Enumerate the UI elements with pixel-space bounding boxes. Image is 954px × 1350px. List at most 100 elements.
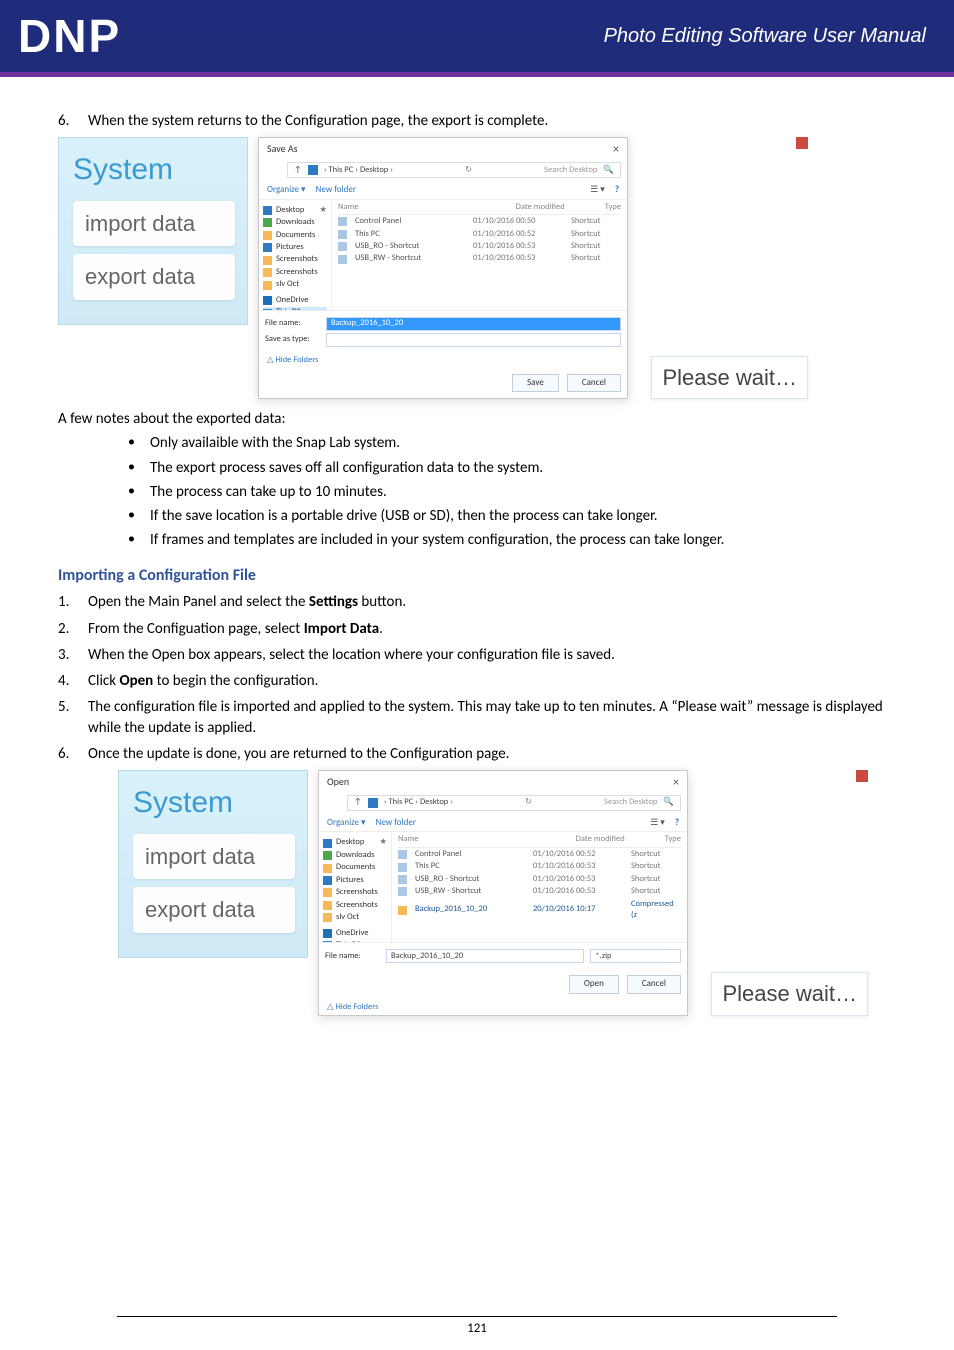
import-heading: Importing a Configuration File bbox=[58, 565, 896, 587]
nav-screenshots-2[interactable]: Screenshots bbox=[336, 900, 378, 911]
view-icon[interactable]: ☰ ▾ bbox=[650, 817, 665, 829]
breadcrumb-path[interactable]: › This PC › Desktop › bbox=[324, 165, 393, 176]
close-icon[interactable]: × bbox=[673, 775, 679, 791]
new-folder-button[interactable]: New folder bbox=[316, 184, 356, 196]
file-name: This PC bbox=[415, 861, 525, 872]
up-icon[interactable]: ↑ bbox=[294, 165, 302, 176]
col-type[interactable]: Type bbox=[605, 202, 621, 213]
open-button[interactable]: Open bbox=[569, 975, 619, 993]
list-item[interactable]: Backup_2016_10_2020/10/2016 10:17Compres… bbox=[398, 899, 681, 922]
organize-menu[interactable]: Organize ▾ bbox=[327, 817, 366, 829]
refresh-icon[interactable]: ↻ bbox=[465, 165, 472, 176]
save-button[interactable]: Save bbox=[512, 374, 559, 392]
folder-icon bbox=[263, 281, 272, 290]
import-data-button[interactable]: import data bbox=[73, 201, 235, 247]
file-type: Shortcut bbox=[631, 849, 681, 860]
save-as-type-select[interactable] bbox=[326, 333, 621, 347]
nav-documents[interactable]: Documents bbox=[336, 862, 375, 873]
breadcrumb-path[interactable]: › This PC › Desktop › bbox=[384, 797, 453, 808]
file-icon bbox=[338, 255, 347, 264]
list-item[interactable]: Control Panel01/10/2016 00:50Shortcut bbox=[338, 216, 621, 227]
import-step-4: 4. Click Open to begin the configuration… bbox=[58, 671, 896, 691]
import-step-1: 1. Open the Main Panel and select the Se… bbox=[58, 592, 896, 612]
list-item[interactable]: This PC01/10/2016 00:52Shortcut bbox=[338, 229, 621, 240]
breadcrumb[interactable]: ↑ › This PC › Desktop › ↻ Search Desktop… bbox=[347, 795, 681, 811]
search-input[interactable]: Search Desktop bbox=[604, 797, 657, 808]
cancel-button[interactable]: Cancel bbox=[567, 374, 621, 392]
nav-onedrive[interactable]: OneDrive bbox=[336, 928, 368, 939]
list-item[interactable]: This PC01/10/2016 00:53Shortcut bbox=[398, 861, 681, 872]
file-name: Control Panel bbox=[415, 849, 525, 860]
list-item[interactable]: USB_RO - Shortcut01/10/2016 00:53Shortcu… bbox=[398, 874, 681, 885]
nav-tree[interactable]: Desktop★ Downloads Documents Pictures Sc… bbox=[259, 200, 332, 310]
search-input[interactable]: Search Desktop bbox=[544, 165, 597, 176]
file-type: Shortcut bbox=[571, 253, 621, 264]
nav-downloads[interactable]: Downloads bbox=[336, 850, 375, 861]
file-type-filter[interactable]: *.zip bbox=[590, 949, 681, 963]
system-panel-title: System bbox=[133, 783, 295, 824]
folder-icon bbox=[323, 901, 332, 910]
list-item: If the save location is a portable drive… bbox=[128, 506, 896, 526]
organize-menu[interactable]: Organize ▾ bbox=[267, 184, 306, 196]
cancel-button[interactable]: Cancel bbox=[627, 975, 681, 993]
help-icon[interactable]: ? bbox=[615, 184, 619, 196]
nav-screenshots[interactable]: Screenshots bbox=[276, 254, 318, 265]
system-panel: System import data export data bbox=[118, 770, 308, 958]
new-folder-button[interactable]: New folder bbox=[376, 817, 416, 829]
nav-screenshots[interactable]: Screenshots bbox=[336, 887, 378, 898]
col-date[interactable]: Date modified bbox=[576, 834, 625, 845]
breadcrumb[interactable]: ↑ › This PC › Desktop › ↻ Search Desktop… bbox=[287, 162, 621, 178]
nav-desktop[interactable]: Desktop bbox=[336, 837, 364, 848]
manual-title: Photo Editing Software User Manual bbox=[604, 25, 926, 48]
file-name-input[interactable]: Backup_2016_10_20 bbox=[386, 949, 584, 963]
list-item: The export process saves off all configu… bbox=[128, 458, 896, 478]
help-icon[interactable]: ? bbox=[675, 817, 679, 829]
nav-slv-oct[interactable]: slv Oct bbox=[336, 912, 359, 923]
file-name-input[interactable]: Backup_2016_10_20 bbox=[326, 317, 621, 331]
file-date: 01/10/2016 00:53 bbox=[473, 241, 563, 252]
step-text: The configuration file is imported and a… bbox=[88, 697, 896, 738]
step-text: When the Open box appears, select the lo… bbox=[88, 645, 896, 665]
close-icon[interactable]: × bbox=[613, 142, 619, 158]
import-step-3: 3. When the Open box appears, select the… bbox=[58, 645, 896, 665]
nav-slv-oct[interactable]: slv Oct bbox=[276, 279, 299, 290]
nav-documents[interactable]: Documents bbox=[276, 230, 315, 241]
pc-icon bbox=[368, 798, 378, 808]
view-icon[interactable]: ☰ ▾ bbox=[590, 184, 605, 196]
import-data-button[interactable]: import data bbox=[133, 834, 295, 880]
nav-desktop[interactable]: Desktop bbox=[276, 205, 304, 216]
nav-tree[interactable]: Desktop★ Downloads Documents Pictures Sc… bbox=[319, 832, 392, 942]
file-type: Shortcut bbox=[571, 241, 621, 252]
refresh-icon[interactable]: ↻ bbox=[525, 797, 532, 808]
nav-this-pc[interactable]: This PC bbox=[336, 940, 361, 942]
list-item[interactable]: USB_RW - Shortcut01/10/2016 00:53Shortcu… bbox=[338, 253, 621, 264]
hide-folders-toggle[interactable]: △ Hide Folders bbox=[259, 353, 627, 368]
up-icon[interactable]: ↑ bbox=[354, 797, 362, 808]
col-type[interactable]: Type bbox=[665, 834, 681, 845]
list-item[interactable]: Control Panel01/10/2016 00:52Shortcut bbox=[398, 849, 681, 860]
col-name[interactable]: Name bbox=[338, 202, 359, 213]
nav-pictures[interactable]: Pictures bbox=[276, 242, 304, 253]
file-name: USB_RW - Shortcut bbox=[355, 253, 465, 264]
step-number: 6. bbox=[58, 744, 74, 764]
file-list[interactable]: Name Date modified Type Control Panel01/… bbox=[392, 832, 687, 942]
file-list[interactable]: Name Date modified Type Control Panel01/… bbox=[332, 200, 627, 310]
search-icon[interactable]: 🔍 bbox=[663, 797, 674, 808]
step-text: Open the Main Panel and select the Setti… bbox=[88, 592, 896, 612]
export-data-button[interactable]: export data bbox=[73, 254, 235, 300]
nav-pictures[interactable]: Pictures bbox=[336, 875, 364, 886]
hide-folders-toggle[interactable]: △ Hide Folders bbox=[319, 1000, 687, 1015]
nav-downloads[interactable]: Downloads bbox=[276, 217, 315, 228]
import-step-6: 6. Once the update is done, you are retu… bbox=[58, 744, 896, 764]
list-item[interactable]: USB_RO - Shortcut01/10/2016 00:53Shortcu… bbox=[338, 241, 621, 252]
list-item[interactable]: USB_RW - Shortcut01/10/2016 00:53Shortcu… bbox=[398, 886, 681, 897]
nav-onedrive[interactable]: OneDrive bbox=[276, 295, 308, 306]
file-type: Compressed (z bbox=[631, 899, 681, 922]
folder-icon bbox=[263, 206, 272, 215]
nav-screenshots-2[interactable]: Screenshots bbox=[276, 267, 318, 278]
nav-this-pc[interactable]: This PC bbox=[276, 307, 301, 309]
col-name[interactable]: Name bbox=[398, 834, 419, 845]
search-icon[interactable]: 🔍 bbox=[603, 165, 614, 176]
col-date[interactable]: Date modified bbox=[516, 202, 565, 213]
export-data-button[interactable]: export data bbox=[133, 887, 295, 933]
